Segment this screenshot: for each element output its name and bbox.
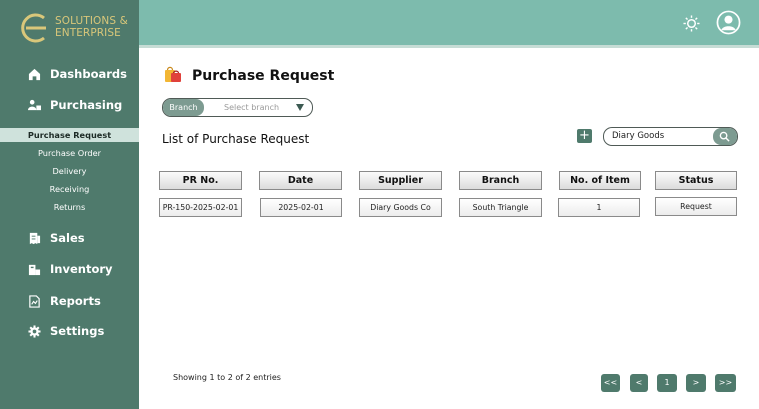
sidebar-item-purchasing[interactable]: Purchasing	[28, 98, 122, 112]
table-cell-branch: South Triangle	[459, 198, 542, 217]
column-header-status[interactable]: Status	[655, 171, 737, 190]
table-cell-no-of-item: 1	[558, 198, 640, 217]
brand-name: SOLUTIONS & ENTERPRISE	[55, 15, 128, 39]
gear-icon	[28, 324, 41, 338]
brand-logo: SOLUTIONS & ENTERPRISE	[20, 12, 135, 46]
sun-icon[interactable]	[683, 15, 700, 32]
branch-select-placeholder: Select branch	[224, 103, 280, 112]
column-header-branch[interactable]: Branch	[459, 171, 542, 190]
search-icon	[719, 131, 730, 142]
submenu-purchase-request[interactable]: Purchase Request	[0, 130, 139, 140]
sidebar-item-inventory[interactable]: Inventory	[28, 262, 113, 276]
sidebar-item-settings[interactable]: Settings	[28, 324, 104, 338]
sidebar-item-label: Settings	[50, 324, 105, 338]
logo-mark-icon	[21, 13, 46, 43]
sidebar-item-label: Inventory	[50, 262, 113, 276]
pagination-prev-button[interactable]: <	[630, 374, 648, 392]
pagination-next-button[interactable]: >	[686, 374, 706, 392]
user-avatar-icon[interactable]	[716, 10, 741, 35]
search-input-value: Diary Goods	[612, 131, 665, 141]
submenu-delivery[interactable]: Delivery	[0, 166, 139, 176]
top-bar	[139, 0, 759, 45]
sidebar-item-sales[interactable]: Sales	[28, 231, 85, 245]
caret-down-icon	[296, 104, 304, 111]
column-header-supplier[interactable]: Supplier	[359, 171, 442, 190]
home-icon	[28, 68, 41, 80]
list-title: List of Purchase Request	[162, 132, 310, 146]
report-icon	[29, 294, 40, 308]
entries-info: Showing 1 to 2 of 2 entries	[173, 373, 281, 382]
branch-select-label: Branch	[163, 99, 204, 116]
sidebar-item-dashboards[interactable]: Dashboards	[28, 67, 127, 81]
brand-line-1: SOLUTIONS &	[55, 15, 128, 27]
brand-line-2: ENTERPRISE	[55, 27, 121, 39]
column-header-date[interactable]: Date	[259, 171, 342, 190]
submenu-purchase-order[interactable]: Purchase Order	[0, 148, 139, 158]
pagination-first-button[interactable]: <<	[601, 374, 620, 392]
table-cell-pr-no[interactable]: PR-150-2025-02-01	[159, 198, 242, 217]
pagination-last-button[interactable]: >>	[715, 374, 736, 392]
search-button[interactable]	[713, 128, 737, 145]
sidebar-item-label: Reports	[50, 294, 101, 308]
page-title: Purchase Request	[192, 68, 335, 84]
sidebar-item-label: Purchasing	[50, 98, 123, 112]
submenu-returns[interactable]: Returns	[0, 202, 139, 212]
column-header-no-of-item[interactable]: No. of Item	[559, 171, 641, 190]
shopping-bags-icon	[165, 66, 181, 82]
table-cell-date: 2025-02-01	[260, 198, 342, 217]
pagination-page-1-button[interactable]: 1	[657, 374, 677, 392]
add-request-button[interactable]: +	[577, 129, 592, 143]
sidebar: SOLUTIONS & ENTERPRISE Dashboards Purcha…	[0, 0, 139, 409]
sidebar-item-label: Dashboards	[50, 67, 127, 81]
app-root: SOLUTIONS & ENTERPRISE Dashboards Purcha…	[0, 0, 759, 409]
receipt-icon	[29, 232, 41, 244]
column-header-pr-no[interactable]: PR No.	[159, 171, 242, 190]
inventory-icon	[28, 264, 41, 275]
submenu-receiving[interactable]: Receiving	[0, 184, 139, 194]
table-cell-status: Request	[655, 197, 737, 216]
search-input[interactable]: Diary Goods	[603, 127, 738, 146]
branch-select[interactable]: Branch Select branch	[162, 98, 313, 117]
sidebar-item-reports[interactable]: Reports	[28, 294, 101, 308]
users-icon	[28, 99, 41, 110]
sidebar-item-label: Sales	[50, 231, 85, 245]
top-bar-divider	[139, 45, 759, 48]
table-cell-supplier: Diary Goods Co	[359, 198, 442, 217]
